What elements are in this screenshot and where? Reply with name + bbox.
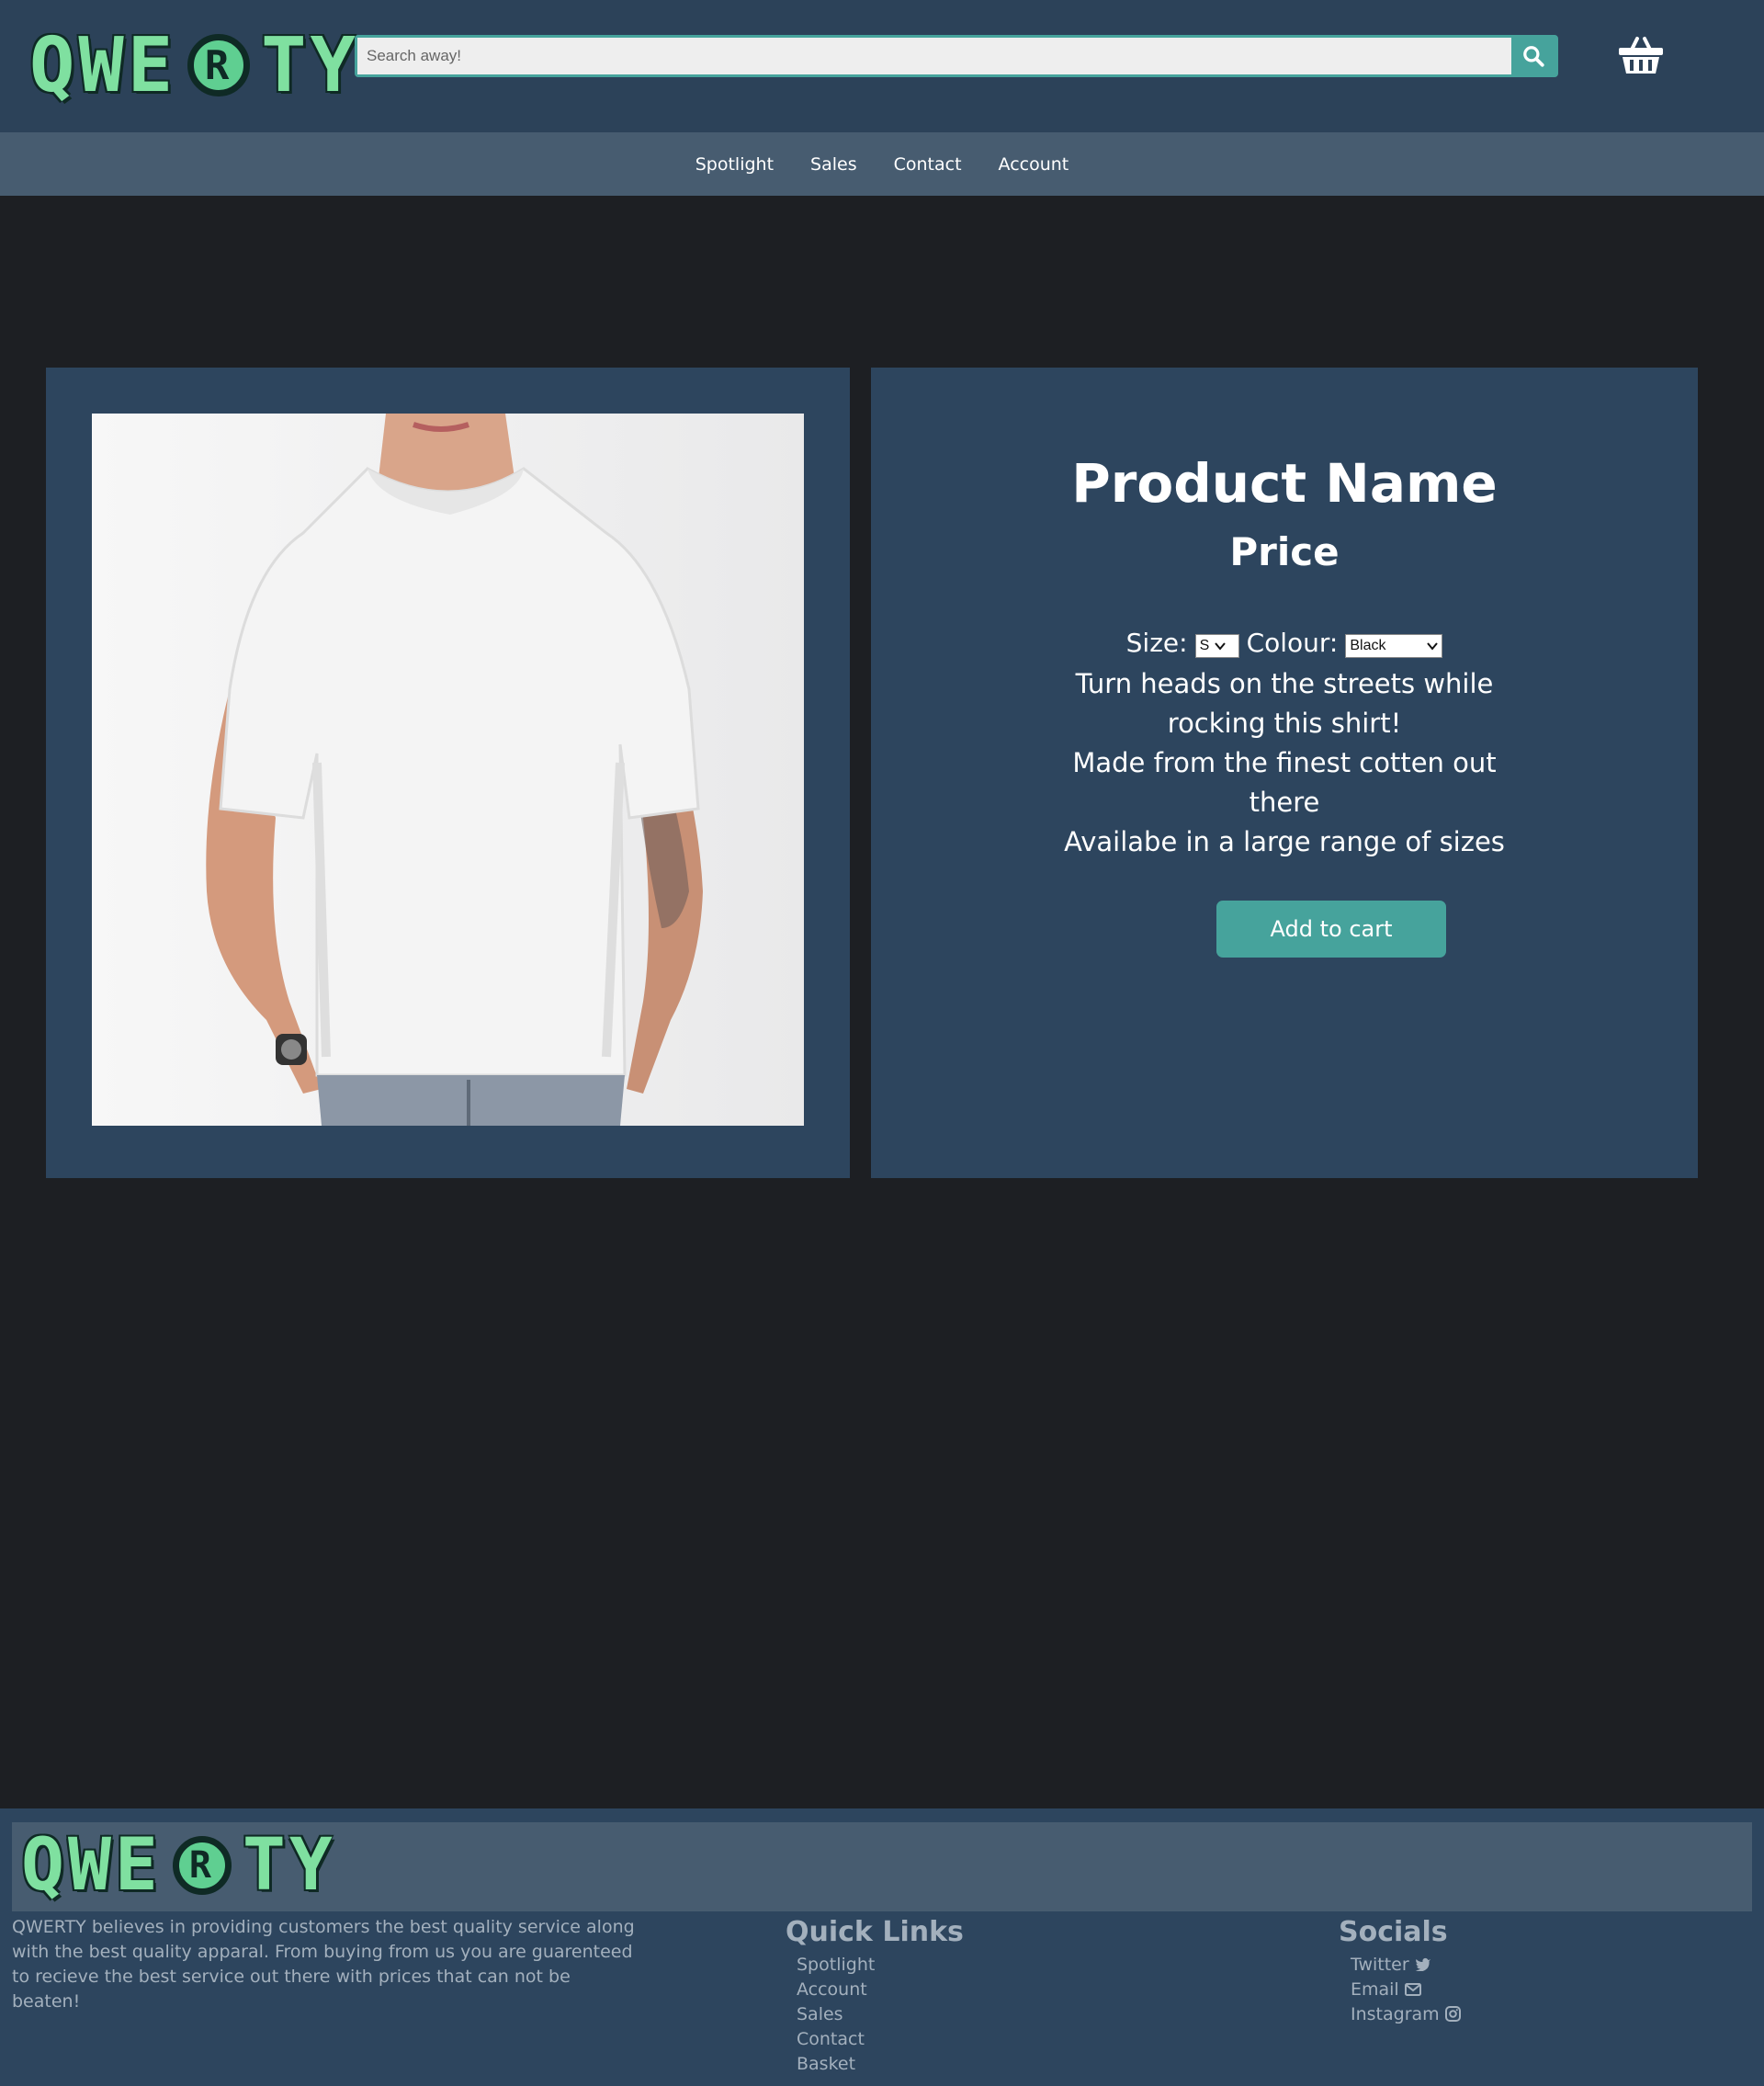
footer-about-text: QWERTY believes in providing customers t… [12, 1917, 635, 2012]
description-line: Availabe in a large range of sizes [1064, 826, 1505, 857]
footer-logo-band: QWE R TY [12, 1822, 1752, 1911]
logo-text-right: TY [242, 1824, 336, 1907]
quick-links-list: Spotlight Account Sales Contact Basket [797, 1953, 875, 2077]
add-to-cart-button[interactable]: Add to cart [1216, 901, 1446, 958]
social-label-instagram: Instagram [1351, 2004, 1440, 2024]
instagram-icon [1444, 2006, 1461, 2022]
tshirt-model-image [206, 414, 703, 1126]
socials-title: Socials [1339, 1916, 1448, 1948]
footer-logo[interactable]: QWE R TY [21, 1824, 336, 1907]
nav-link-account[interactable]: Account [999, 154, 1069, 175]
site-header: QWE R TY [0, 0, 1764, 132]
chevron-down-icon [1215, 641, 1227, 651]
nav-link-spotlight[interactable]: Spotlight [695, 154, 774, 175]
quick-link-contact[interactable]: Contact [797, 2027, 875, 2052]
product-description: Turn heads on the streets while rocking … [871, 664, 1698, 862]
socials-list: Twitter Email Instagram [1351, 1953, 1461, 2027]
quick-links-title: Quick Links [786, 1916, 964, 1948]
nav-link-contact[interactable]: Contact [894, 154, 962, 175]
search-icon [1523, 46, 1544, 67]
search-bar [355, 35, 1558, 77]
main-nav: Spotlight Sales Contact Account [0, 132, 1764, 196]
social-link-instagram[interactable]: Instagram [1351, 2002, 1461, 2027]
social-label-twitter: Twitter [1351, 1955, 1409, 1975]
search-input[interactable] [357, 38, 1511, 74]
product-image-card [46, 368, 850, 1178]
size-label: Size: [1125, 628, 1188, 658]
product-name: Product Name [1071, 452, 1498, 515]
size-select[interactable]: S [1194, 633, 1239, 658]
product-options: Size: S Colour: Black [871, 628, 1698, 658]
social-link-email[interactable]: Email [1351, 1978, 1461, 2002]
twitter-icon [1415, 1957, 1430, 1972]
colour-label: Colour: [1246, 628, 1339, 658]
colour-select-value: Black [1350, 637, 1386, 653]
quick-link-sales[interactable]: Sales [797, 2002, 875, 2027]
social-label-email: Email [1351, 1979, 1399, 2000]
logo-text-left: QWE [21, 1824, 162, 1907]
mail-icon [1404, 1983, 1421, 1996]
logo-registered-mark: R [187, 34, 251, 96]
basket-icon [1619, 37, 1663, 74]
site-footer: QWE R TY QWERTY believes in providing cu… [0, 1808, 1764, 2086]
quick-link-account[interactable]: Account [797, 1978, 875, 2002]
product-photo [92, 414, 804, 1126]
logo-registered-mark: R [172, 1836, 232, 1895]
colour-select[interactable]: Black [1345, 633, 1443, 658]
search-button[interactable] [1511, 38, 1555, 74]
product-info-card: Product Name Price Size: S Colour: Black… [871, 368, 1698, 1178]
logo-text-left: QWE [29, 21, 177, 109]
nav-link-sales[interactable]: Sales [810, 154, 857, 175]
description-line: Turn heads on the streets while rocking … [1075, 668, 1494, 739]
product-price: Price [1229, 529, 1340, 574]
site-logo[interactable]: QWE R TY [29, 21, 359, 109]
quick-link-spotlight[interactable]: Spotlight [797, 1953, 875, 1978]
chevron-down-icon [1427, 641, 1439, 651]
basket-button[interactable] [1617, 35, 1665, 75]
logo-text-right: TY [261, 21, 359, 109]
quick-link-basket[interactable]: Basket [797, 2052, 875, 2077]
size-select-value: S [1199, 637, 1210, 653]
social-link-twitter[interactable]: Twitter [1351, 1953, 1461, 1978]
description-line: Made from the finest cotten out there [1072, 747, 1497, 818]
